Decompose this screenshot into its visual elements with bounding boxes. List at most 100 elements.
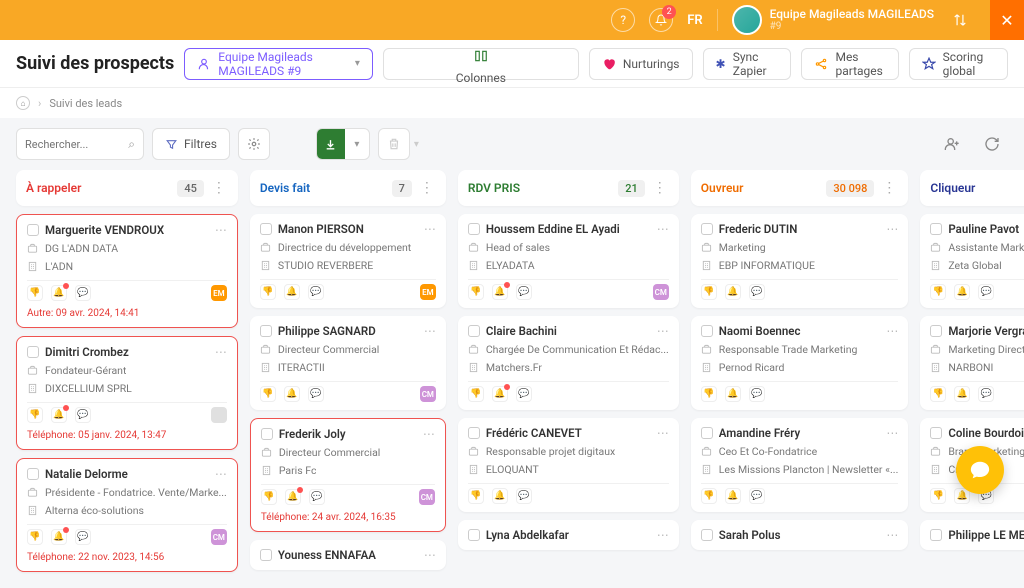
remind-icon[interactable]: 🔔 bbox=[954, 386, 970, 402]
prospect-card[interactable]: Claire Bachini ⋯ Chargée De Communicatio… bbox=[458, 316, 679, 410]
more-icon[interactable]: ⋯ bbox=[424, 324, 436, 338]
more-icon[interactable]: ⋯ bbox=[657, 324, 669, 338]
prospect-card[interactable]: Sarah Polus ⋯ bbox=[691, 520, 909, 550]
prospect-card[interactable]: Naomi Boennec ⋯ Responsable Trade Market… bbox=[691, 316, 909, 410]
remind-icon[interactable]: 🔔 bbox=[954, 284, 970, 300]
prospect-card[interactable]: Houssem Eddine EL Ayadi ⋯ Head of sales … bbox=[458, 214, 679, 308]
more-icon[interactable]: ⋯ bbox=[657, 528, 669, 542]
swap-icon[interactable] bbox=[948, 8, 972, 32]
remind-icon[interactable]: 🔔 bbox=[492, 488, 508, 504]
prospect-card[interactable]: Manon PIERSON ⋯ Directrice du développem… bbox=[250, 214, 446, 308]
search-box[interactable]: ⌕ bbox=[16, 128, 144, 160]
remind-icon[interactable]: 🔔 bbox=[492, 284, 508, 300]
more-icon[interactable]: ⋯ bbox=[424, 222, 436, 236]
column-header[interactable]: Cliqueur 3 768 ⋮ bbox=[920, 170, 1024, 206]
nurturings-button[interactable]: Nurturings bbox=[589, 48, 693, 80]
chat-icon[interactable]: 💬 bbox=[516, 284, 532, 300]
prospect-card[interactable]: Pauline Pavot ⋯ Assistante Marketing Zet… bbox=[920, 214, 1024, 308]
more-icon[interactable]: ⋮ bbox=[418, 180, 436, 196]
column-header[interactable]: Ouvreur 30 098 ⋮ bbox=[691, 170, 909, 206]
remind-icon[interactable]: 🔔 bbox=[492, 386, 508, 402]
chat-icon[interactable]: 💬 bbox=[516, 488, 532, 504]
checkbox[interactable] bbox=[701, 325, 713, 337]
dislike-icon[interactable]: 👎 bbox=[701, 488, 717, 504]
chat-icon[interactable]: 💬 bbox=[978, 284, 994, 300]
more-icon[interactable]: ⋯ bbox=[657, 222, 669, 236]
checkbox[interactable] bbox=[701, 223, 713, 235]
prospect-card[interactable]: Marguerite VENDROUX ⋯ DG L'ADN DATA L'AD… bbox=[16, 214, 238, 328]
dislike-icon[interactable]: 👎 bbox=[701, 284, 717, 300]
checkbox[interactable] bbox=[930, 427, 942, 439]
sync-zapier-button[interactable]: ✱ Sync Zapier bbox=[703, 48, 792, 80]
columns-button[interactable]: Colonnes bbox=[383, 48, 579, 80]
checkbox[interactable] bbox=[930, 223, 942, 235]
dislike-icon[interactable]: 👎 bbox=[930, 488, 946, 504]
language-switch[interactable]: FR bbox=[687, 13, 702, 28]
remind-icon[interactable]: 🔔 bbox=[725, 488, 741, 504]
prospect-card[interactable]: Amandine Fréry ⋯ Ceo Et Co-Fondatrice Le… bbox=[691, 418, 909, 512]
dislike-icon[interactable]: 👎 bbox=[930, 284, 946, 300]
team-selector[interactable]: Equipe Magileads MAGILEADS #9 ▾ bbox=[184, 48, 373, 80]
filters-button[interactable]: Filtres bbox=[152, 128, 230, 160]
checkbox[interactable] bbox=[27, 346, 39, 358]
dislike-icon[interactable]: 👎 bbox=[468, 488, 484, 504]
more-icon[interactable]: ⋯ bbox=[215, 345, 227, 359]
checkbox[interactable] bbox=[261, 428, 273, 440]
export-button[interactable]: ▾ bbox=[316, 128, 370, 160]
chat-icon[interactable]: 💬 bbox=[309, 489, 325, 505]
dislike-icon[interactable]: 👎 bbox=[261, 489, 277, 505]
more-icon[interactable]: ⋯ bbox=[424, 548, 436, 562]
close-button[interactable]: ✕ bbox=[990, 0, 1024, 40]
checkbox[interactable] bbox=[701, 427, 713, 439]
scoring-button[interactable]: Scoring global bbox=[909, 48, 1008, 80]
column-header[interactable]: Devis fait 7 ⋮ bbox=[250, 170, 446, 206]
dislike-icon[interactable]: 👎 bbox=[260, 386, 276, 402]
remind-icon[interactable]: 🔔 bbox=[284, 284, 300, 300]
chat-icon[interactable]: 💬 bbox=[749, 488, 765, 504]
more-icon[interactable]: ⋯ bbox=[657, 426, 669, 440]
home-icon[interactable]: ⌂ bbox=[16, 96, 30, 110]
checkbox[interactable] bbox=[27, 468, 39, 480]
prospect-card[interactable]: Youness ENNAFAA ⋯ bbox=[250, 540, 446, 570]
help-icon[interactable]: ? bbox=[611, 8, 635, 32]
prospect-card[interactable]: Philippe SAGNARD ⋯ Directeur Commercial … bbox=[250, 316, 446, 410]
more-icon[interactable]: ⋮ bbox=[880, 180, 898, 196]
chat-icon[interactable]: 💬 bbox=[749, 284, 765, 300]
more-icon[interactable]: ⋯ bbox=[886, 324, 898, 338]
prospect-card[interactable]: Marjorie Vergracht ⋯ Marketing Director … bbox=[920, 316, 1024, 410]
more-icon[interactable]: ⋯ bbox=[215, 467, 227, 481]
chat-icon[interactable]: 💬 bbox=[75, 407, 91, 423]
dislike-icon[interactable]: 👎 bbox=[27, 407, 43, 423]
chat-icon[interactable]: 💬 bbox=[749, 386, 765, 402]
checkbox[interactable] bbox=[260, 325, 272, 337]
column-header[interactable]: À rappeler 45 ⋮ bbox=[16, 170, 238, 206]
refresh-icon[interactable] bbox=[976, 128, 1008, 160]
dislike-icon[interactable]: 👎 bbox=[27, 285, 43, 301]
more-icon[interactable]: ⋯ bbox=[886, 222, 898, 236]
user-menu[interactable]: Equipe Magileads MAGILEADS #9 bbox=[732, 5, 934, 35]
more-icon[interactable]: ⋯ bbox=[886, 528, 898, 542]
checkbox[interactable] bbox=[260, 223, 272, 235]
checkbox[interactable] bbox=[930, 529, 942, 541]
prospect-card[interactable]: Frederic DUTIN ⋯ Marketing EBP INFORMATI… bbox=[691, 214, 909, 308]
checkbox[interactable] bbox=[27, 224, 39, 236]
chat-icon[interactable]: 💬 bbox=[308, 284, 324, 300]
dislike-icon[interactable]: 👎 bbox=[260, 284, 276, 300]
chat-icon[interactable]: 💬 bbox=[75, 285, 91, 301]
prospect-card[interactable]: Philippe LE MEAU ⋯ bbox=[920, 520, 1024, 550]
chat-icon[interactable]: 💬 bbox=[308, 386, 324, 402]
checkbox[interactable] bbox=[701, 529, 713, 541]
dislike-icon[interactable]: 👎 bbox=[930, 386, 946, 402]
more-icon[interactable]: ⋯ bbox=[423, 427, 435, 441]
notifications-icon[interactable]: 2 bbox=[649, 8, 673, 32]
remind-icon[interactable]: 🔔 bbox=[725, 386, 741, 402]
dislike-icon[interactable]: 👎 bbox=[27, 529, 43, 545]
checkbox[interactable] bbox=[930, 325, 942, 337]
remind-icon[interactable]: 🔔 bbox=[51, 407, 67, 423]
prospect-card[interactable]: Natalie Delorme ⋯ Présidente - Fondatric… bbox=[16, 458, 238, 572]
chat-icon[interactable]: 💬 bbox=[978, 386, 994, 402]
remind-icon[interactable]: 🔔 bbox=[285, 489, 301, 505]
search-input[interactable] bbox=[25, 138, 128, 151]
remind-icon[interactable]: 🔔 bbox=[284, 386, 300, 402]
dislike-icon[interactable]: 👎 bbox=[701, 386, 717, 402]
